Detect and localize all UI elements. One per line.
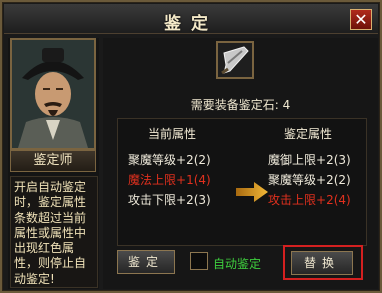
window-title: 鉴定 — [164, 14, 218, 34]
required-stone-line: 需要装备鉴定石: 4 — [103, 96, 378, 113]
sword-blade-icon — [218, 43, 252, 77]
replace-button[interactable]: 替换 — [291, 251, 353, 275]
current-attr-row: 魔法上限+1(4) — [128, 173, 211, 187]
npc-portrait — [10, 38, 96, 150]
new-attr-row: 攻击上限+2(4) — [268, 193, 351, 207]
new-attr-row: 魔御上限+2(3) — [268, 153, 351, 167]
title-bar: 鉴定 ✕ — [4, 4, 378, 34]
close-button[interactable]: ✕ — [350, 9, 372, 30]
npc-description: 开启自动鉴定时，鉴定属性条数超过当前属性或属性中出现红色属性，则停止自动鉴定! — [10, 176, 98, 288]
auto-appraise-label: 自动鉴定 — [213, 257, 262, 271]
appraisal-main: 需要装备鉴定石: 4 当前属性 鉴定属性 聚魔等级+2(2) 魔法上限+1(4)… — [103, 38, 378, 289]
new-attrs-header: 鉴定属性 — [284, 127, 333, 141]
current-attr-row: 攻击下限+2(3) — [128, 193, 211, 207]
required-stone-count: 4 — [282, 98, 291, 112]
appraiser-portrait-icon — [12, 40, 94, 148]
required-stone-label: 需要装备鉴定石: — [190, 98, 279, 112]
npc-name: 鉴定师 — [10, 150, 96, 172]
npc-panel: 鉴定师 开启自动鉴定时，鉴定属性条数超过当前属性或属性中出现红色属性，则停止自动… — [8, 38, 99, 289]
current-attr-row: 聚魔等级+2(2) — [128, 153, 211, 167]
attribute-compare-box: 当前属性 鉴定属性 聚魔等级+2(2) 魔法上限+1(4) 攻击下限+2(3) — [117, 118, 367, 246]
current-attrs-header: 当前属性 — [148, 127, 197, 141]
equipment-slot[interactable] — [216, 41, 254, 79]
auto-appraise-checkbox[interactable] — [190, 252, 208, 270]
right-arrow-icon — [236, 182, 268, 202]
new-attr-row: 聚魔等级+2(2) — [268, 173, 351, 187]
appraisal-window: 鉴定 ✕ 鉴定师 开启自动鉴定时，鉴定属性条数超过当前属性或属性中出现红色属性，… — [0, 0, 382, 293]
appraise-button[interactable]: 鉴定 — [117, 250, 175, 274]
